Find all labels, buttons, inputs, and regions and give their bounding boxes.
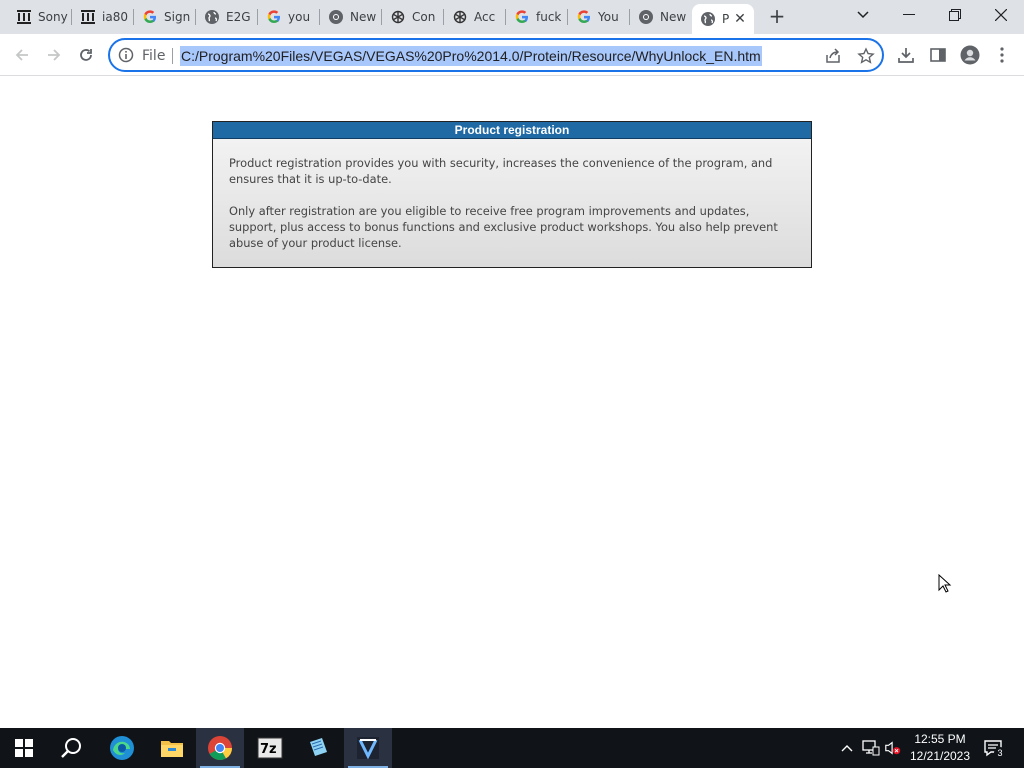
mouse-cursor-icon <box>938 574 952 593</box>
volume-muted-icon[interactable] <box>884 739 902 757</box>
google-icon <box>266 9 282 25</box>
close-tab-icon[interactable]: ✕ <box>732 11 748 27</box>
arrow-right-icon <box>48 49 61 61</box>
tab-title: New <box>660 10 687 24</box>
edge-icon <box>110 736 134 760</box>
chevron-up-icon[interactable] <box>838 739 856 757</box>
tab-fuck[interactable]: fuck <box>506 0 568 34</box>
taskbar-chrome[interactable] <box>196 728 244 768</box>
restore-button[interactable] <box>932 0 978 30</box>
taskbar-edge[interactable] <box>98 728 146 768</box>
url-text[interactable]: C:/Program%20Files/VEGAS/VEGAS%20Pro%201… <box>180 46 762 66</box>
notification-count: 3 <box>994 747 1006 759</box>
close-icon <box>995 9 1007 21</box>
side-panel-icon[interactable] <box>928 45 948 65</box>
openai-icon <box>452 9 468 25</box>
paragraph: Product registration provides you with s… <box>229 156 773 186</box>
tab-ia80[interactable]: ia80 <box>72 0 134 34</box>
google-icon <box>514 9 530 25</box>
openai-icon <box>390 9 406 25</box>
tab-you[interactable]: You <box>568 0 630 34</box>
tab-acc[interactable]: Acc <box>444 0 506 34</box>
minimize-icon <box>903 14 915 15</box>
profile-avatar-icon[interactable] <box>960 45 980 65</box>
tab-title: Acc <box>474 10 496 24</box>
tab-title: you <box>288 10 311 24</box>
chevron-down-icon <box>857 11 869 19</box>
tab-title: Sign <box>164 10 191 24</box>
close-window-button[interactable] <box>978 0 1024 30</box>
tab-search-button[interactable] <box>840 0 886 30</box>
tab-you-google[interactable]: you <box>258 0 320 34</box>
tab-e2g[interactable]: E2G <box>196 0 258 34</box>
arrow-left-icon <box>15 49 28 61</box>
tab-title: You <box>598 10 619 24</box>
back-button[interactable] <box>10 43 34 67</box>
scheme-label: File <box>142 48 166 64</box>
browser-toolbar: File C:/Program%20Files/VEGAS/VEGAS%20Pr… <box>0 34 1024 76</box>
download-icon[interactable] <box>896 45 916 65</box>
notification-icon[interactable]: 3 <box>982 739 1006 759</box>
reload-button[interactable] <box>74 43 98 67</box>
info-icon[interactable] <box>118 47 134 63</box>
search-button[interactable] <box>48 728 96 768</box>
forward-button[interactable] <box>42 43 66 67</box>
new-tab-button[interactable]: + <box>765 5 789 29</box>
reload-icon <box>80 49 92 61</box>
google-icon <box>576 9 592 25</box>
share-icon[interactable] <box>824 47 842 65</box>
google-icon <box>142 9 158 25</box>
bookmark-star-icon[interactable] <box>857 47 875 65</box>
page-content: Product registration Product registratio… <box>0 77 1024 728</box>
tab-new-2[interactable]: New <box>630 0 692 34</box>
globe-icon <box>204 9 220 25</box>
restore-icon <box>949 9 961 21</box>
tab-sony[interactable]: Sony <box>8 0 72 34</box>
tab-strip: Sony ia80 Sign E2G you New Con Acc fuck … <box>0 0 1024 34</box>
tab-title: E2G <box>226 10 251 24</box>
taskbar: 7z 12:55 PM 12/21/2023 3 <box>0 728 1024 768</box>
chrome-icon <box>638 9 654 25</box>
tab-title: New <box>350 10 377 24</box>
tab-con[interactable]: Con <box>382 0 444 34</box>
start-button[interactable] <box>0 728 48 768</box>
taskbar-file-explorer[interactable] <box>148 728 196 768</box>
paragraph: Only after registration are you eligible… <box>229 204 778 250</box>
taskbar-vegas[interactable] <box>344 728 392 768</box>
tab-title: Sony <box>38 10 68 24</box>
tab-sign[interactable]: Sign <box>134 0 196 34</box>
chrome-icon <box>208 736 232 761</box>
notepad-icon <box>310 738 327 756</box>
7zip-icon: 7z <box>257 737 283 759</box>
address-bar[interactable]: File C:/Program%20Files/VEGAS/VEGAS%20Pr… <box>108 38 884 72</box>
panel-body: Product registration provides you with s… <box>213 139 811 251</box>
clock-time: 12:55 PM <box>914 732 966 746</box>
menu-kebab-icon[interactable] <box>992 45 1012 65</box>
file-explorer-icon <box>161 741 183 757</box>
minimize-button[interactable] <box>886 0 932 30</box>
vegas-icon <box>357 737 379 760</box>
archive-icon <box>80 9 96 25</box>
tab-active[interactable]: P ✕ <box>692 4 754 34</box>
taskbar-7zip[interactable]: 7z <box>246 728 294 768</box>
tab-title: P <box>722 12 730 26</box>
registration-panel: Product registration Product registratio… <box>212 121 812 268</box>
search-icon <box>61 738 81 758</box>
archive-icon <box>16 9 32 25</box>
panel-heading: Product registration <box>213 122 811 139</box>
taskbar-notepad[interactable] <box>294 728 342 768</box>
network-icon[interactable] <box>862 739 880 757</box>
tab-title: Con <box>412 10 436 24</box>
chrome-icon <box>328 9 344 25</box>
tab-title: fuck <box>536 10 562 24</box>
tab-title: ia80 <box>102 10 128 24</box>
omnibox-divider <box>172 48 173 64</box>
svg-text:7z: 7z <box>260 742 277 757</box>
clock-date: 12/21/2023 <box>909 749 971 763</box>
globe-icon <box>700 11 716 27</box>
tab-new-1[interactable]: New <box>320 0 382 34</box>
system-clock[interactable]: 12:55 PM 12/21/2023 <box>906 731 974 765</box>
start-icon <box>15 739 33 757</box>
